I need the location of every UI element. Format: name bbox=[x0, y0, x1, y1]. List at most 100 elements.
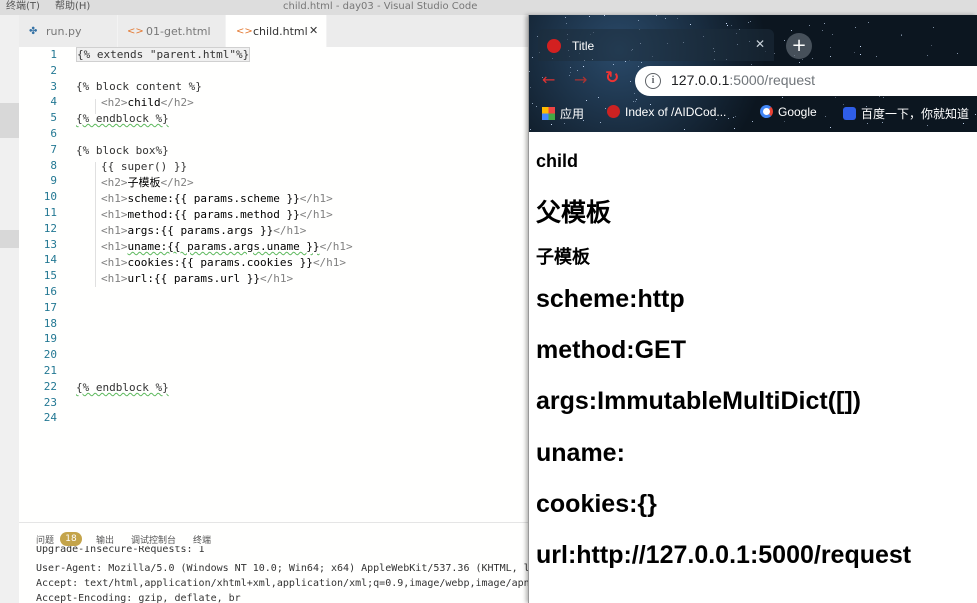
url-host: 127.0.0.1 bbox=[671, 72, 730, 88]
url-text[interactable]: 127.0.0.1:5000/request bbox=[671, 72, 815, 88]
strip-marker bbox=[0, 230, 19, 248]
page-content: child 父模板 子模板 scheme:http method:GET arg… bbox=[529, 132, 977, 603]
star-decoration bbox=[799, 62, 800, 63]
line-number: 5 bbox=[50, 111, 57, 125]
star-decoration bbox=[735, 116, 736, 117]
html-tag: <h2> bbox=[101, 176, 128, 189]
star-decoration bbox=[879, 96, 880, 97]
star-decoration bbox=[656, 15, 657, 16]
html-tag: </h1> bbox=[319, 240, 353, 253]
heading-url: url:http://127.0.0.1:5000/request bbox=[536, 541, 912, 569]
favicon-icon bbox=[607, 105, 620, 118]
line-number: 6 bbox=[50, 127, 57, 140]
heading-args: args:ImmutableMultiDict([]) bbox=[536, 387, 861, 415]
forward-arrow-icon[interactable]: → bbox=[574, 70, 587, 89]
panel-tab-output[interactable]: 输出 bbox=[96, 533, 114, 546]
code-line-22: {% endblock %} bbox=[76, 380, 169, 395]
star-decoration bbox=[883, 97, 884, 98]
star-decoration bbox=[570, 67, 571, 68]
code-text: {% endblock %} bbox=[76, 381, 169, 394]
star-decoration bbox=[784, 40, 785, 41]
terminal-line: User-Agent: Mozilla/5.0 (Windows NT 10.0… bbox=[36, 563, 529, 574]
html-icon: <> bbox=[127, 26, 144, 37]
menu-help[interactable]: 帮助(H) bbox=[55, 0, 90, 13]
code-text: cookies:{{ params.cookies }} bbox=[127, 256, 313, 269]
html-tag: <h2> bbox=[101, 96, 128, 109]
star-decoration bbox=[734, 128, 735, 129]
star-decoration bbox=[630, 81, 631, 82]
star-decoration bbox=[635, 101, 636, 102]
star-decoration bbox=[638, 20, 639, 21]
line-number: 3 bbox=[50, 79, 57, 93]
tab-label: run.py bbox=[46, 25, 82, 38]
star-decoration bbox=[751, 64, 752, 65]
star-decoration bbox=[569, 75, 570, 76]
line-number: 19 bbox=[43, 332, 57, 346]
terminal-line: Accept-Encoding: gzip, deflate, br bbox=[36, 593, 241, 603]
star-decoration bbox=[728, 118, 729, 119]
star-decoration bbox=[665, 18, 666, 19]
terminal-line: Accept: text/html,application/xhtml+xml,… bbox=[36, 578, 529, 589]
bookmark-google[interactable]: Google bbox=[760, 105, 817, 121]
star-decoration bbox=[975, 114, 976, 115]
star-decoration bbox=[636, 99, 637, 100]
panel-tab-debug-console[interactable]: 调试控制台 bbox=[131, 533, 176, 546]
bookmark-apps[interactable]: 应用 bbox=[542, 105, 584, 121]
tab-child-html[interactable]: <> child.html ✕ bbox=[226, 15, 327, 47]
address-bar[interactable]: i 127.0.0.1:5000/request bbox=[635, 66, 977, 96]
line-number: 12 bbox=[43, 221, 57, 235]
star-decoration bbox=[927, 55, 928, 56]
code-editor[interactable]: 1 2 3 4 5 6 7 8 9 10 11 12 13 14 15 16 17 18 19 20 21 22 23 24 … bbox=[19, 47, 529, 522]
html-tag: </h1> bbox=[312, 256, 347, 269]
indent-guide bbox=[95, 162, 96, 287]
html-tag: <h1> bbox=[101, 208, 128, 221]
close-icon[interactable]: ✕ bbox=[309, 24, 318, 37]
info-icon[interactable]: i bbox=[645, 73, 661, 89]
star-decoration bbox=[727, 25, 728, 26]
menu-terminal[interactable]: 终端(T) bbox=[6, 0, 40, 13]
code-line-11: <h1>method:{{ params.method }}</h1> bbox=[101, 207, 333, 222]
bookmark-baidu[interactable]: 百度一下，你就知道 bbox=[843, 105, 969, 121]
star-decoration bbox=[536, 106, 537, 107]
star-decoration bbox=[605, 108, 606, 109]
panel-tab-problems[interactable]: 问题 bbox=[36, 533, 54, 546]
code-line-14: <h1>cookies:{{ params.cookies }}</h1> bbox=[101, 255, 346, 270]
bookmark-label: Index of /AIDCod... bbox=[625, 105, 727, 119]
editor-tab-bar: ✤ run.py <> 01-get.html <> child.html ✕ bbox=[19, 15, 529, 47]
star-decoration bbox=[830, 127, 831, 128]
line-number: 23 bbox=[43, 395, 57, 409]
line-number: 16 bbox=[43, 285, 57, 298]
star-decoration bbox=[690, 24, 691, 25]
panel-tab-terminal[interactable]: 终端 bbox=[193, 533, 211, 546]
line-number: 2 bbox=[50, 63, 57, 77]
star-decoration bbox=[867, 123, 868, 124]
tab-run-py[interactable]: ✤ run.py bbox=[19, 15, 118, 47]
code-line-9: <h2>子模板</h2> bbox=[101, 175, 194, 190]
code-line-3: {% block content %} bbox=[76, 80, 202, 93]
code-line-12: <h1>args:{{ params.args }}</h1> bbox=[101, 223, 306, 238]
bookmark-index[interactable]: Index of /AIDCod... bbox=[607, 105, 726, 121]
window-title: child.html - day03 - Visual Studio Code bbox=[283, 1, 478, 12]
google-icon bbox=[760, 105, 773, 118]
close-icon[interactable]: ✕ bbox=[755, 37, 765, 51]
star-decoration bbox=[726, 23, 727, 24]
reload-icon[interactable]: ↻ bbox=[605, 68, 619, 88]
html-tag: </h1> bbox=[299, 208, 333, 221]
line-number: 13 bbox=[43, 237, 57, 251]
star-decoration bbox=[824, 23, 825, 24]
back-arrow-icon[interactable]: ← bbox=[542, 70, 555, 89]
star-decoration bbox=[733, 117, 734, 118]
tab-01-get-html[interactable]: <> 01-get.html bbox=[118, 15, 226, 47]
new-tab-button[interactable]: + bbox=[786, 33, 812, 59]
line-number: 4 bbox=[50, 95, 57, 109]
heading-parent-template: 父模板 bbox=[536, 199, 612, 227]
star-decoration bbox=[901, 35, 902, 36]
code-text: url:{{ params.url }} bbox=[127, 272, 260, 285]
code-text: {% endblock %} bbox=[76, 112, 169, 125]
star-decoration bbox=[882, 122, 883, 123]
tab-label: 01-get.html bbox=[146, 25, 211, 38]
code-text: scheme:{{ params.scheme }} bbox=[127, 192, 300, 205]
star-decoration bbox=[774, 53, 775, 54]
star-decoration bbox=[825, 116, 826, 117]
html-tag: <h1> bbox=[101, 192, 128, 205]
